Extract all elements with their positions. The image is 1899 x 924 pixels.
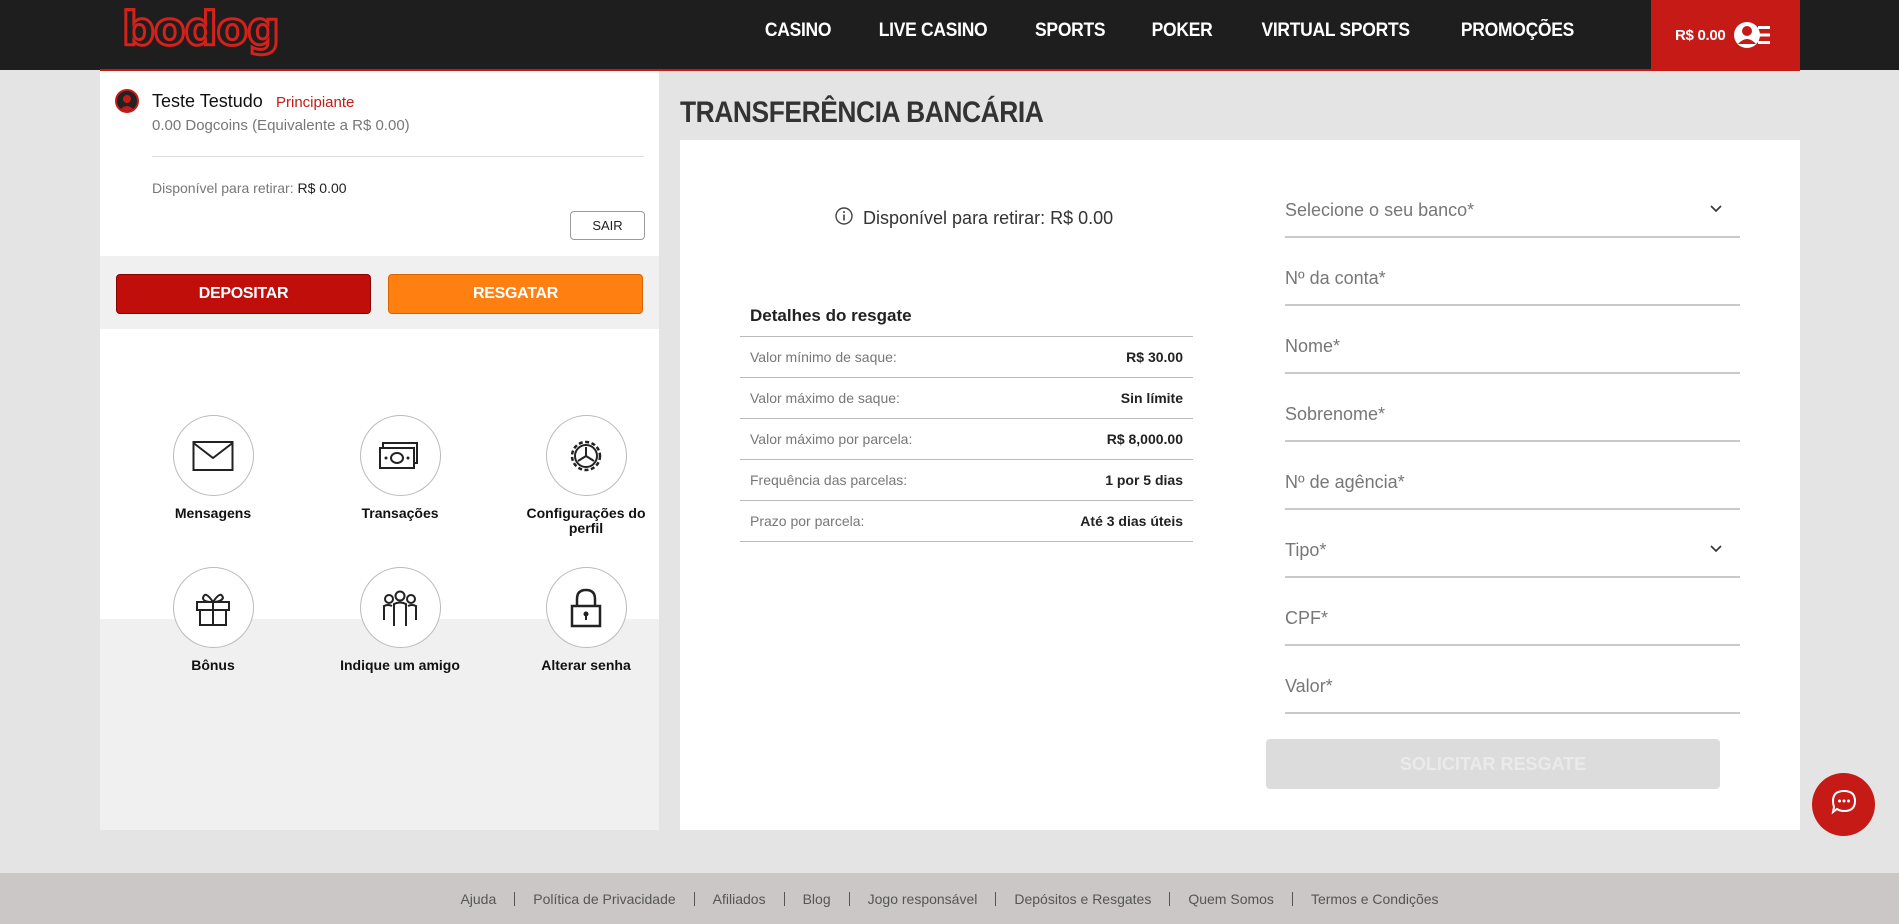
request-withdraw-button[interactable]: SOLICITAR RESGATE [1266,739,1720,789]
details-row: Prazo por parcela: Até 3 dias úteis [740,501,1193,542]
details-value: Até 3 dias úteis [1080,513,1183,529]
footer-link-ajuda[interactable]: Ajuda [442,891,514,907]
details-value: R$ 30.00 [1126,349,1183,365]
dogcoins-balance: 0.00 Dogcoins (Equivalente a R$ 0.00) [152,117,410,134]
user-level: Principiante [276,94,355,111]
details-label: Frequência das parcelas: [750,472,908,488]
name-field[interactable]: Nome* [1285,306,1740,374]
account-number-field[interactable]: Nº da conta* [1285,238,1740,306]
footer-link-jogo-responsavel[interactable]: Jogo responsável [850,891,996,907]
details-label: Valor máximo de saque: [750,390,900,406]
tile-bonus[interactable]: Bônus [133,567,293,673]
username: Teste Testudo [152,91,263,111]
money-icon [359,415,441,496]
deposit-button[interactable]: DEPOSITAR [116,274,371,314]
envelope-icon [172,415,254,496]
details-label: Valor máximo por parcela: [750,431,913,447]
amount-placeholder: Valor* [1285,676,1333,696]
available-withdraw: Disponível para retirar: R$ 0.00 [152,180,347,196]
lock-icon [545,567,627,648]
footer-link-depositos-resgates[interactable]: Depósitos e Resgates [996,891,1169,907]
tile-alterar-senha[interactable]: Alterar senha [506,567,666,673]
available-label: Disponível para retirar: [152,180,294,196]
details-label: Prazo por parcela: [750,513,865,529]
available-info: Disponível para retirar: R$ 0.00 [835,207,1113,230]
user-menu-icon [1733,20,1775,50]
footer-link-blog[interactable]: Blog [785,891,849,907]
details-row: Frequência das parcelas: 1 por 5 dias [740,460,1193,501]
top-bar: bodog CASINO LIVE CASINO SPORTS POKER VI… [0,0,1899,70]
details-value: Sin límite [1120,390,1183,406]
nav-poker[interactable]: POKER [1151,20,1212,42]
agency-number-placeholder: Nº de agência* [1285,472,1405,492]
nav-casino[interactable]: CASINO [765,20,832,42]
tile-label: Alterar senha [541,657,631,673]
footer-link-afiliados[interactable]: Afiliados [695,891,784,907]
chevron-down-icon [1710,540,1722,558]
page-title: TRANSFERÊNCIA BANCÁRIA [680,96,1044,129]
tile-mensagens[interactable]: Mensagens [133,415,293,521]
gear-icon [545,415,627,496]
bank-select[interactable]: Selecione o seu banco* [1285,170,1740,238]
details-row: Valor máximo de saque: Sin límite [740,378,1193,419]
surname-field[interactable]: Sobrenome* [1285,374,1740,442]
nav-sports[interactable]: SPORTS [1035,20,1105,42]
surname-placeholder: Sobrenome* [1285,404,1386,424]
nav-live-casino[interactable]: LIVE CASINO [879,20,988,42]
logout-button[interactable]: SAIR [570,211,645,240]
footer: Ajuda Política de Privacidade Afiliados … [0,873,1899,924]
info-icon [835,207,853,230]
tile-label: Indique um amigo [340,657,460,673]
profile-card: Teste Testudo Principiante 0.00 Dogcoins… [100,71,659,256]
withdraw-button[interactable]: RESGATAR [388,274,643,314]
tile-label: Configurações do perfil [526,505,646,536]
withdraw-details-table: Detalhes do resgate Valor mínimo de saqu… [740,303,1193,542]
tile-transacoes[interactable]: Transações [320,415,480,521]
account-type-select[interactable]: Tipo* [1285,510,1740,578]
account-shortcuts: Mensagens Transações Configurações do pe… [100,329,659,673]
divider [152,156,644,157]
account-type-placeholder: Tipo* [1285,540,1327,560]
chevron-down-icon [1710,200,1722,218]
nav-promocoes[interactable]: PROMOÇÕES [1461,20,1574,42]
details-row: Valor mínimo de saque: R$ 30.00 [740,337,1193,378]
tile-label: Transações [361,505,439,521]
name-placeholder: Nome* [1285,336,1341,356]
details-label: Valor mínimo de saque: [750,349,897,365]
available-text: Disponível para retirar: R$ 0.00 [863,208,1114,228]
footer-link-privacidade[interactable]: Política de Privacidade [515,891,693,907]
header-balance: R$ 0.00 [1675,26,1726,44]
tile-label: Bônus [191,657,235,673]
account-number-placeholder: Nº da conta* [1285,268,1386,288]
footer-link-quem-somos[interactable]: Quem Somos [1170,891,1292,907]
main-nav: CASINO LIVE CASINO SPORTS POKER VIRTUAL … [742,0,1599,62]
amount-field[interactable]: Valor* [1285,646,1740,714]
details-row: Valor máximo por parcela: R$ 8,000.00 [740,419,1193,460]
chat-icon [1829,787,1859,822]
details-value: 1 por 5 dias [1105,472,1183,488]
account-sidebar: Teste Testudo Principiante 0.00 Dogcoins… [100,71,659,830]
bank-select-placeholder: Selecione o seu banco* [1285,200,1475,220]
tile-configuracoes[interactable]: Configurações do perfil [506,415,666,536]
nav-virtual-sports[interactable]: VIRTUAL SPORTS [1261,20,1410,42]
tile-indique-amigo[interactable]: Indique um amigo [320,567,480,673]
withdraw-panel: Disponível para retirar: R$ 0.00 Detalhe… [680,140,1800,830]
tile-label: Mensagens [174,505,252,521]
people-icon [359,567,441,648]
chat-button[interactable] [1812,773,1875,836]
details-title: Detalhes do resgate [740,303,1193,337]
gift-icon [172,567,254,648]
bank-transfer-form: Selecione o seu banco* Nº da conta* Nome… [1285,170,1740,714]
details-value: R$ 8,000.00 [1106,431,1183,447]
agency-number-field[interactable]: Nº de agência* [1285,442,1740,510]
account-menu-button[interactable]: R$ 0.00 [1651,0,1800,70]
cpf-field[interactable]: CPF* [1285,578,1740,646]
footer-link-termos[interactable]: Termos e Condições [1293,891,1457,907]
bodog-logo[interactable]: bodog [121,3,282,56]
avatar-icon [115,89,139,113]
available-value: R$ 0.00 [297,180,347,196]
cpf-placeholder: CPF* [1285,608,1329,628]
